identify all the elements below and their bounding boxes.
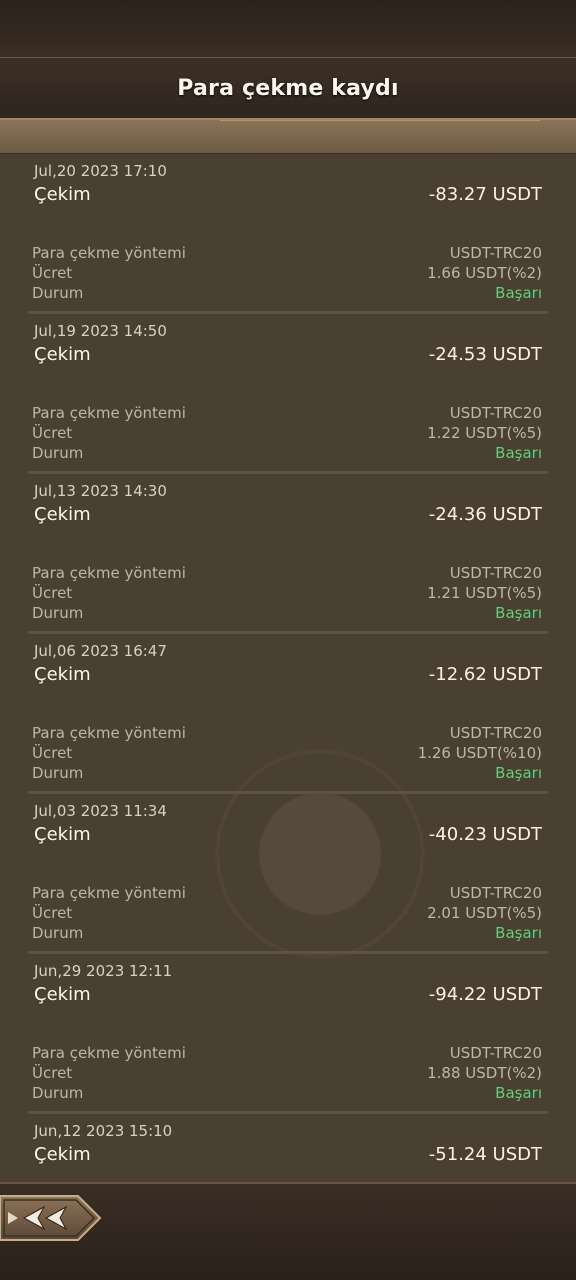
status-value: Başarı [495, 1084, 542, 1102]
back-button[interactable] [0, 1190, 104, 1246]
list-item: Jun,29 2023 12:11 Çekim -94.22 USDT Para… [28, 954, 548, 1114]
fee-row: Ücret 1.26 USDT(%10) [32, 743, 542, 763]
record-amount: -12.62 USDT [428, 664, 542, 685]
record-date: Jun,29 2023 12:11 [34, 962, 173, 980]
status-label: Durum [32, 1084, 84, 1102]
record-amount: -24.36 USDT [428, 504, 542, 525]
method-label: Para çekme yöntemi [32, 564, 186, 582]
fee-value: 1.21 USDT(%5) [427, 584, 542, 602]
status-label: Durum [32, 284, 84, 302]
record-type: Çekim [34, 824, 91, 845]
list-item: Jul,20 2023 17:10 Çekim -83.27 USDT Para… [28, 154, 548, 314]
fee-value: 1.22 USDT(%5) [427, 424, 542, 442]
status-value: Başarı [495, 284, 542, 302]
record-date: Jul,06 2023 16:47 [34, 642, 167, 660]
fee-row: Ücret 1.88 USDT(%2) [32, 1063, 542, 1083]
status-label: Durum [32, 444, 84, 462]
status-label: Durum [32, 924, 84, 942]
status-label: Durum [32, 604, 84, 622]
fee-label: Ücret [32, 904, 73, 922]
method-value: USDT-TRC20 [449, 884, 542, 902]
record-type: Çekim [34, 344, 91, 365]
withdrawal-record-list[interactable]: Jul,20 2023 17:10 Çekim -83.27 USDT Para… [0, 154, 576, 1182]
record-type: Çekim [34, 1144, 91, 1165]
status-value: Başarı [495, 444, 542, 462]
status-row: Durum Başarı [32, 283, 542, 303]
record-type: Çekim [34, 664, 91, 685]
record-amount: -83.27 USDT [428, 184, 542, 205]
method-value: USDT-TRC20 [449, 244, 542, 262]
fee-row: Ücret 1.21 USDT(%5) [32, 583, 542, 603]
record-date: Jul,13 2023 14:30 [34, 482, 167, 500]
record-type: Çekim [34, 184, 91, 205]
method-value: USDT-TRC20 [449, 724, 542, 742]
header-decoration [0, 120, 576, 154]
page-header: Para çekme kaydı [0, 58, 576, 120]
method-label: Para çekme yöntemi [32, 884, 186, 902]
status-row: Durum Başarı [32, 923, 542, 943]
method-label: Para çekme yöntemi [32, 724, 186, 742]
method-label: Para çekme yöntemi [32, 404, 186, 422]
record-amount: -51.24 USDT [428, 1144, 542, 1165]
status-value: Başarı [495, 764, 542, 782]
fee-row: Ücret 1.22 USDT(%5) [32, 423, 542, 443]
status-value: Başarı [495, 924, 542, 942]
status-label: Durum [32, 764, 84, 782]
status-area [0, 0, 576, 58]
list-item: Jul,06 2023 16:47 Çekim -12.62 USDT Para… [28, 634, 548, 794]
fee-label: Ücret [32, 584, 73, 602]
method-row: Para çekme yöntemi USDT-TRC20 [32, 883, 542, 903]
method-label: Para çekme yöntemi [32, 244, 186, 262]
page-title: Para çekme kaydı [177, 75, 399, 101]
fee-row: Ücret 2.01 USDT(%5) [32, 903, 542, 923]
record-date: Jul,20 2023 17:10 [34, 162, 167, 180]
record-date: Jul,19 2023 14:50 [34, 322, 167, 340]
method-row: Para çekme yöntemi USDT-TRC20 [32, 403, 542, 423]
list-item: Jun,12 2023 15:10 Çekim -51.24 USDT [28, 1114, 548, 1182]
fee-value: 1.66 USDT(%2) [427, 264, 542, 282]
fee-label: Ücret [32, 424, 73, 442]
record-type: Çekim [34, 504, 91, 525]
fee-label: Ücret [32, 1064, 73, 1082]
method-row: Para çekme yöntemi USDT-TRC20 [32, 563, 542, 583]
record-amount: -40.23 USDT [428, 824, 542, 845]
status-row: Durum Başarı [32, 603, 542, 623]
fee-label: Ücret [32, 264, 73, 282]
record-date: Jun,12 2023 15:10 [34, 1122, 173, 1140]
method-row: Para çekme yöntemi USDT-TRC20 [32, 243, 542, 263]
double-chevron-left-icon [0, 1195, 102, 1241]
record-amount: -24.53 USDT [428, 344, 542, 365]
status-value: Başarı [495, 604, 542, 622]
list-item: Jul,19 2023 14:50 Çekim -24.53 USDT Para… [28, 314, 548, 474]
fee-label: Ücret [32, 744, 73, 762]
record-date: Jul,03 2023 11:34 [34, 802, 167, 820]
list-item: Jul,13 2023 14:30 Çekim -24.36 USDT Para… [28, 474, 548, 634]
method-value: USDT-TRC20 [449, 564, 542, 582]
list-item: Jul,03 2023 11:34 Çekim -40.23 USDT Para… [28, 794, 548, 954]
record-type: Çekim [34, 984, 91, 1005]
fee-row: Ücret 1.66 USDT(%2) [32, 263, 542, 283]
method-value: USDT-TRC20 [449, 1044, 542, 1062]
fee-value: 2.01 USDT(%5) [427, 904, 542, 922]
method-label: Para çekme yöntemi [32, 1044, 186, 1062]
fee-value: 1.26 USDT(%10) [417, 744, 542, 762]
fee-value: 1.88 USDT(%2) [427, 1064, 542, 1082]
status-row: Durum Başarı [32, 763, 542, 783]
status-row: Durum Başarı [32, 1083, 542, 1103]
method-row: Para çekme yöntemi USDT-TRC20 [32, 1043, 542, 1063]
method-value: USDT-TRC20 [449, 404, 542, 422]
method-row: Para çekme yöntemi USDT-TRC20 [32, 723, 542, 743]
record-amount: -94.22 USDT [428, 984, 542, 1005]
status-row: Durum Başarı [32, 443, 542, 463]
